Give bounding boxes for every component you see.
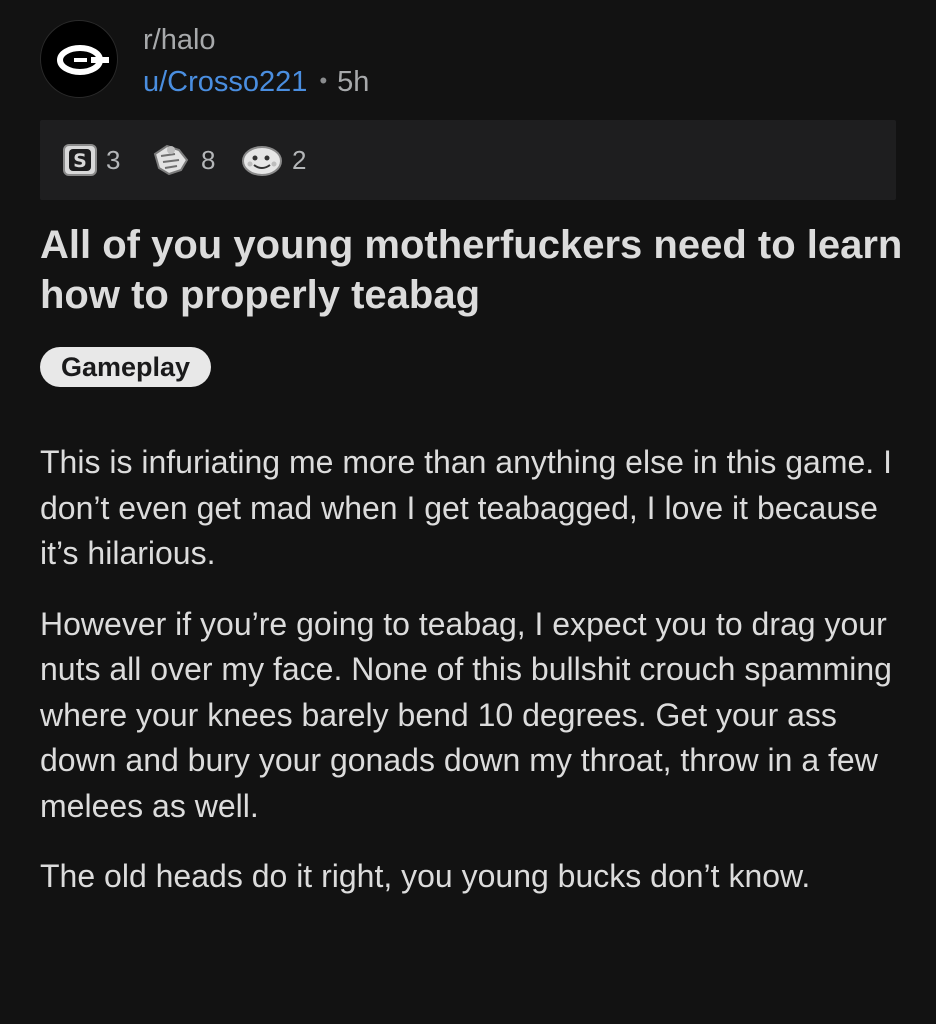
post-title[interactable]: All of you young motherfuckers need to l… [40, 220, 910, 320]
post-paragraph: However if you’re going to teabag, I exp… [40, 605, 892, 824]
halo-logo-icon [57, 45, 109, 75]
award-wholesome[interactable]: 2 [240, 140, 306, 180]
author-link[interactable]: u/Crosso221 [143, 66, 307, 98]
wholesome-award-icon [242, 146, 282, 176]
post-flair[interactable]: Gameplay [40, 347, 212, 387]
subreddit-avatar[interactable] [40, 20, 118, 98]
post-header: r/halo u/Crosso221 • 5h [40, 20, 900, 100]
meta-separator: • [319, 68, 328, 93]
subreddit-name[interactable]: r/halo [143, 24, 216, 57]
silver-award-icon: S [63, 144, 97, 176]
post-time: 5h [337, 66, 370, 98]
svg-text:S: S [73, 150, 87, 172]
award-silver[interactable]: S 3 [62, 140, 120, 180]
award-count: 8 [201, 144, 216, 175]
awards-bar[interactable]: S 3 8 2 [40, 120, 896, 200]
post-paragraph: The old heads do it right, you young buc… [40, 858, 811, 894]
award-helpful[interactable]: 8 [149, 140, 215, 180]
post-body: This is infuriating me more than anythin… [40, 440, 920, 925]
post-paragraph: This is infuriating me more than anythin… [40, 444, 892, 571]
post-meta: u/Crosso221 • 5h [143, 66, 369, 99]
award-count: 3 [106, 144, 121, 175]
helpful-award-icon [153, 144, 189, 176]
award-count: 2 [292, 144, 307, 175]
